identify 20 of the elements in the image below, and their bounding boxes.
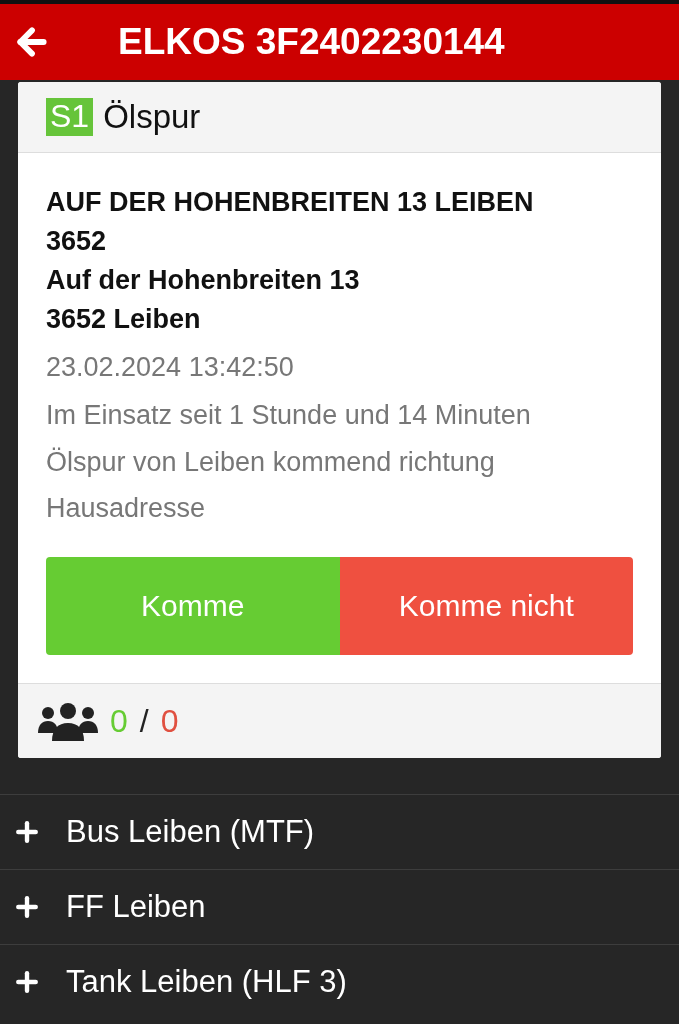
timestamp: 23.02.2024 13:42:50: [46, 351, 295, 384]
coming-count: 0: [110, 702, 128, 740]
address-line: 3652 Leiben: [46, 303, 202, 336]
description-text: Ölspur von Leiben kommend richtung Hausadresse: [46, 446, 496, 525]
page-title: ELKOS 3F2402230144: [118, 21, 505, 63]
group-row[interactable]: Bus Leiben (MTF): [0, 794, 679, 869]
group-label: Tank Leiben (HLF 3): [66, 964, 347, 1000]
duration-text: Im Einsatz seit 1 Stunde und 14 Minuten: [46, 399, 532, 432]
group-row[interactable]: FF Leiben: [0, 869, 679, 944]
group-label: FF Leiben: [66, 889, 206, 925]
incident-title: Ölspur: [103, 98, 201, 136]
address-line: Auf der Hohenbreiten 13: [46, 264, 361, 297]
not-coming-count: 0: [160, 702, 179, 740]
group-label: Bus Leiben (MTF): [66, 814, 315, 850]
people-icon: [36, 701, 100, 741]
decline-button[interactable]: Komme nicht: [339, 557, 633, 655]
severity-badge: S1: [46, 98, 94, 136]
group-row[interactable]: Tank Leiben (HLF 3): [0, 944, 679, 1019]
address-line: AUF DER HOHENBREITEN 13 LEIBEN 3652: [46, 186, 535, 258]
count-separator: /: [139, 702, 149, 740]
